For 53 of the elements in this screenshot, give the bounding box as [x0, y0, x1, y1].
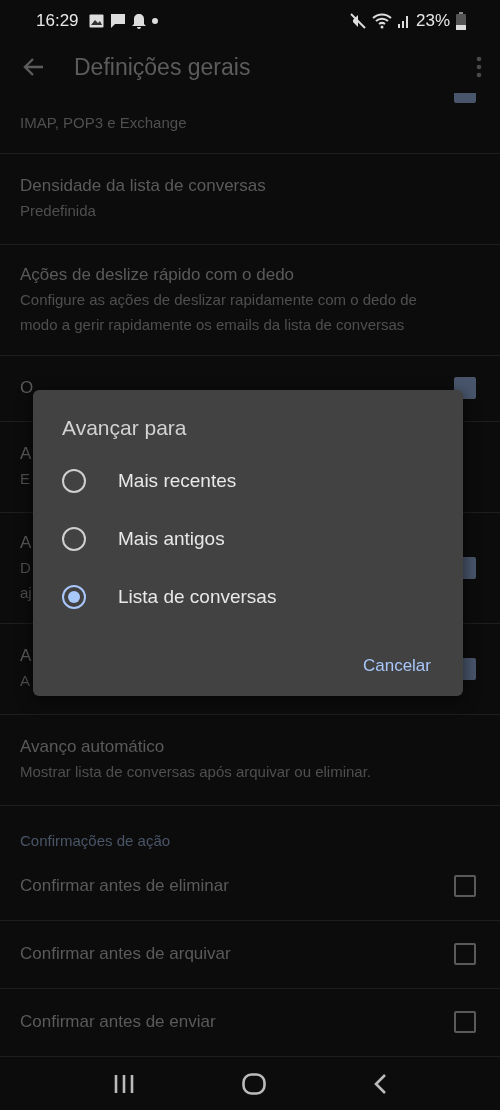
setting-title: O	[20, 378, 34, 399]
setting-item[interactable]: Confirmar antes de arquivar	[0, 921, 500, 989]
setting-description: aj	[20, 583, 32, 603]
setting-title: Confirmar antes de enviar	[20, 1012, 216, 1033]
radio-option[interactable]: Mais recentes	[33, 452, 463, 510]
page-title: Definições gerais	[74, 53, 252, 81]
setting-title: Confirmar antes de eliminar	[20, 876, 229, 897]
setting-description: E	[20, 469, 30, 490]
checkbox[interactable]	[454, 1011, 476, 1034]
message-icon	[109, 13, 126, 29]
home-icon[interactable]	[242, 1072, 266, 1095]
setting-description: Configure as ações de deslizar rapidamente com o dedo de	[20, 290, 417, 310]
dot-icon	[151, 17, 158, 24]
setting-description: A	[20, 671, 30, 692]
setting-item[interactable]: Ações de deslize rápido com o dedo Configure as ações de deslizar rapidamente com o dedo de modo a gerir rapidamente os emails da lista de conversas	[0, 245, 500, 356]
wifi-icon	[371, 12, 392, 29]
setting-title: A	[20, 533, 32, 553]
more-options-icon[interactable]	[476, 56, 482, 79]
radio-icon[interactable]	[62, 527, 86, 551]
section-header: Confirmações de ação	[19, 831, 172, 851]
back-icon[interactable]	[372, 1072, 387, 1095]
radio-icon[interactable]	[62, 469, 86, 493]
setting-title: A	[20, 646, 32, 667]
clock: 16:29	[36, 10, 79, 31]
setting-title: Confirmar antes de arquivar	[20, 944, 231, 965]
back-arrow-icon[interactable]	[22, 57, 44, 78]
recent-apps-icon[interactable]	[113, 1073, 136, 1094]
setting-description: IMAP, POP3 e Exchange	[20, 113, 187, 134]
setting-title: Ações de deslize rápido com o dedo	[20, 265, 295, 285]
battery-percentage: 23%	[415, 10, 450, 31]
setting-item[interactable]: Confirmar antes de eliminar	[0, 853, 500, 921]
setting-item[interactable]: Avanço automático Mostrar lista de conversas após arquivar ou eliminar.	[0, 715, 500, 806]
radio-option[interactable]: Lista de conversas	[33, 568, 463, 626]
battery-icon	[456, 11, 466, 30]
setting-item[interactable]: IMAP, POP3 e Exchange	[0, 93, 500, 154]
setting-item[interactable]: Densidade da lista de conversas Predefinida	[0, 154, 500, 245]
setting-title: Densidade da lista de conversas	[20, 176, 266, 197]
setting-description: modo a gerir rapidamente os emails da lista de conversas	[20, 315, 405, 335]
setting-title: Avanço automático	[20, 737, 165, 758]
bell-icon	[131, 12, 146, 29]
setting-title: A	[20, 444, 32, 465]
radio-option[interactable]: Mais antigos	[33, 510, 463, 568]
setting-description: D	[20, 558, 31, 578]
setting-item[interactable]: Confirmar antes de enviar	[0, 989, 500, 1057]
image-icon	[88, 13, 104, 28]
signal-icon	[397, 13, 410, 28]
setting-description: Mostrar lista de conversas após arquivar ou eliminar.	[20, 762, 371, 783]
checkbox[interactable]	[454, 875, 476, 898]
checkbox[interactable]	[454, 943, 476, 966]
radio-icon[interactable]	[62, 585, 86, 609]
mute-icon	[349, 12, 366, 29]
setting-description: Predefinida	[20, 201, 96, 222]
cancel-button[interactable]: Cancelar	[352, 648, 441, 684]
